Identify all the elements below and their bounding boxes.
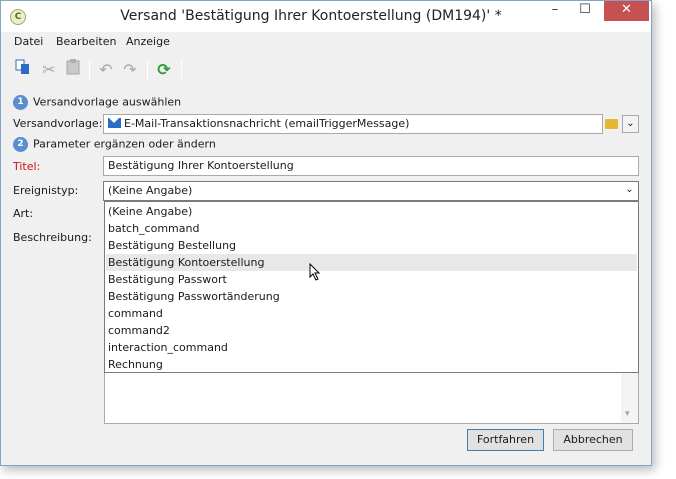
dropdown-option[interactable]: interaction_command	[106, 339, 637, 356]
menu-datei[interactable]: Datei	[14, 35, 43, 48]
title-bar: C Versand 'Bestätigung Ihrer Kontoerstel…	[1, 1, 651, 32]
step-2-label: Parameter ergänzen oder ändern	[33, 137, 216, 151]
step-badge: 1	[13, 95, 28, 110]
close-button[interactable]: ✕	[604, 1, 649, 21]
description-textarea[interactable]	[104, 372, 639, 424]
mouse-cursor-icon	[309, 262, 321, 284]
toolbar-separator	[89, 60, 90, 80]
redo-icon[interactable]: ↷	[119, 59, 141, 81]
dropdown-option[interactable]: command2	[106, 322, 637, 339]
description-label: Beschreibung:	[13, 231, 92, 244]
template-value: E-Mail-Transaktionsnachricht (emailTrigg…	[124, 117, 410, 130]
dropdown-option-hovered[interactable]: Bestätigung Kontoerstellung	[106, 254, 637, 271]
dialog-window: C Versand 'Bestätigung Ihrer Kontoerstel…	[0, 0, 652, 466]
menu-bearbeiten[interactable]: Bearbeiten	[56, 35, 116, 48]
template-field[interactable]: E-Mail-Transaktionsnachricht (emailTrigg…	[103, 114, 603, 134]
undo-icon[interactable]: ↶	[95, 59, 117, 81]
step-1-label: Versandvorlage auswählen	[33, 95, 182, 109]
step-1-header: 1 Versandvorlage auswählen	[13, 95, 181, 110]
template-dropdown-button[interactable]: ⌄	[622, 115, 639, 133]
menu-bar: Datei Bearbeiten Anzeige	[1, 32, 651, 52]
dropdown-option[interactable]: Bestätigung Bestellung	[106, 237, 637, 254]
event-type-dropdown-list: (Keine Angabe) batch_command Bestätigung…	[104, 201, 639, 373]
step-2-header: 2 Parameter ergänzen oder ändern	[13, 137, 216, 152]
template-label: Versandvorlage:	[13, 117, 103, 130]
toolbar: ✂ ↶ ↷ ⟳	[1, 56, 651, 86]
toolbar-separator	[147, 60, 148, 80]
cancel-button[interactable]: Abbrechen	[553, 429, 633, 451]
title-label: Titel:	[13, 160, 41, 173]
folder-icon[interactable]	[602, 114, 620, 134]
email-template-icon	[108, 118, 121, 128]
step-badge: 2	[13, 137, 28, 152]
dropdown-option[interactable]: Bestätigung Passwort	[106, 271, 637, 288]
title-input[interactable]: Bestätigung Ihrer Kontoerstellung	[103, 156, 639, 176]
paste-icon[interactable]	[62, 59, 84, 81]
dropdown-option[interactable]: Bestätigung Passwortänderung	[106, 288, 637, 305]
dropdown-option[interactable]: (Keine Angabe)	[106, 203, 637, 220]
continue-button[interactable]: Fortfahren	[467, 429, 544, 451]
event-type-label: Ereignistyp:	[13, 184, 79, 197]
dropdown-option[interactable]: batch_command	[106, 220, 637, 237]
dropdown-option[interactable]: Rechnung	[106, 356, 637, 373]
minimize-button[interactable]: –	[541, 1, 569, 21]
scroll-down-icon[interactable]: ▾	[625, 409, 630, 419]
event-type-select[interactable]: (Keine Angabe)	[103, 181, 639, 201]
dropdown-option[interactable]: command	[106, 305, 637, 322]
maximize-button[interactable]: ☐	[571, 1, 599, 21]
chevron-down-icon[interactable]: ⌄	[621, 182, 638, 200]
menu-anzeige[interactable]: Anzeige	[126, 35, 170, 48]
cut-icon[interactable]: ✂	[38, 59, 60, 81]
art-label: Art:	[13, 207, 34, 220]
toolbar-separator	[181, 60, 182, 80]
copy-icon[interactable]	[12, 59, 34, 81]
refresh-icon[interactable]: ⟳	[153, 59, 175, 81]
